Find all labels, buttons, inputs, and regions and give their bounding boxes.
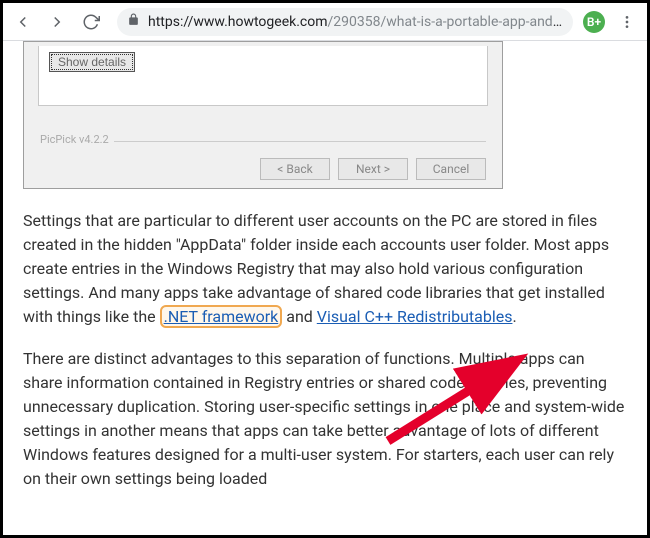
paragraph-2: There are distinct advantages to this se… xyxy=(23,347,627,491)
chrome-menu-button[interactable] xyxy=(611,6,643,38)
back-button[interactable] xyxy=(7,6,39,38)
page-content: Show details PicPick v4.2.2 < Back Next … xyxy=(3,41,647,491)
visual-cpp-link[interactable]: Visual C++ Redistributables xyxy=(317,307,513,326)
wizard-back-button: < Back xyxy=(260,158,330,180)
show-details-button: Show details xyxy=(49,52,135,72)
installer-version-label: PicPick v4.2.2 xyxy=(40,132,109,149)
url-text: https://www.howtogeek.com/290358/what-is… xyxy=(148,14,563,30)
forward-button[interactable] xyxy=(41,6,73,38)
text: . xyxy=(512,307,516,326)
address-bar[interactable]: https://www.howtogeek.com/290358/what-is… xyxy=(117,8,573,36)
wizard-next-button: Next > xyxy=(338,158,408,180)
text: and xyxy=(282,307,317,326)
wizard-cancel-button: Cancel xyxy=(416,158,486,180)
paragraph-1: Settings that are particular to differen… xyxy=(23,209,627,329)
extension-badge[interactable]: B+ xyxy=(583,11,605,33)
embedded-installer-screenshot: Show details PicPick v4.2.2 < Back Next … xyxy=(23,41,503,189)
reload-button[interactable] xyxy=(75,6,107,38)
net-framework-link[interactable]: .NET framework xyxy=(164,307,279,326)
divider xyxy=(114,141,486,142)
lock-icon xyxy=(127,13,140,30)
browser-toolbar: https://www.howtogeek.com/290358/what-is… xyxy=(3,3,647,41)
